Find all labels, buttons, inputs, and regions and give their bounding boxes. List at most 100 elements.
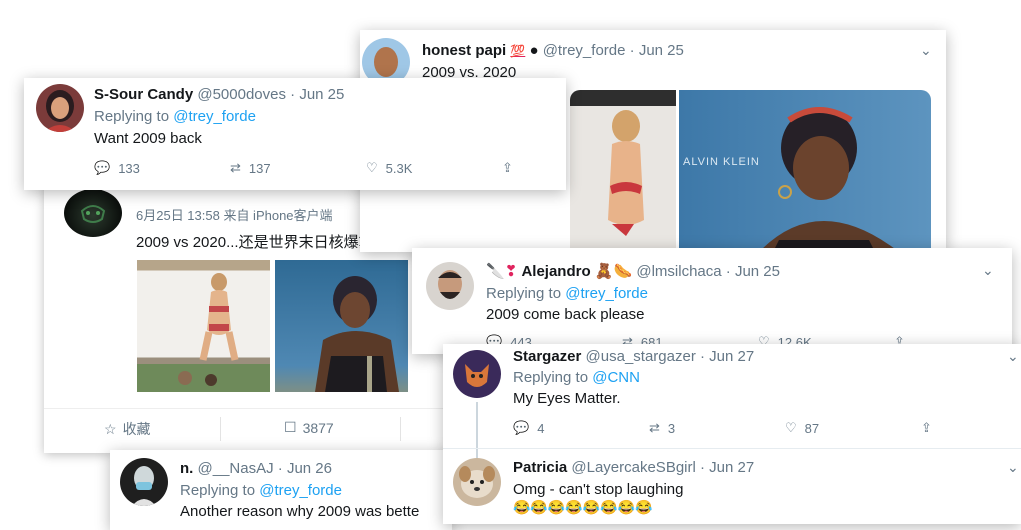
avatar[interactable] xyxy=(453,350,501,398)
chevron-down-icon[interactable]: ⌄ xyxy=(982,262,994,279)
display-name[interactable]: n. xyxy=(180,460,193,477)
tweet-header: Stargazer @usa_stargazer · Jun 27 xyxy=(513,348,755,365)
avatar[interactable] xyxy=(64,189,122,237)
tweet-text: Want 2009 back xyxy=(94,130,202,147)
share-icon: ⇪ xyxy=(502,160,513,175)
tweet-date[interactable]: Jun 27 xyxy=(709,459,754,476)
billboard-model-figure xyxy=(608,110,644,236)
share-icon: ⇪ xyxy=(921,420,932,435)
avatar-portrait xyxy=(132,466,156,506)
hundred-emoji: 💯 xyxy=(510,44,526,58)
like-icon: ♡ xyxy=(785,420,797,435)
reply-button[interactable]: 💬 133 xyxy=(94,160,230,176)
chevron-down-icon[interactable]: ⌄ xyxy=(1007,348,1019,365)
tweet-photo-2009[interactable] xyxy=(570,90,676,252)
tweet-text: 2009 come back please xyxy=(486,306,645,323)
tweet-header: honest papi 💯 ● @trey_forde · Jun 25 xyxy=(422,42,684,59)
replying-to: Replying to @trey_forde xyxy=(180,482,342,499)
weibo-timestamp: 6月25日 13:58 来自 iPhone客户端 xyxy=(136,208,333,223)
tweet-header: Patricia @LayercakeSBgirl · Jun 27 xyxy=(513,459,755,476)
tweet-date[interactable]: Jun 27 xyxy=(709,348,754,365)
reply-target-link[interactable]: @CNN xyxy=(592,369,640,386)
collect-button[interactable]: ☆ 收藏 xyxy=(104,419,151,439)
retweet-button[interactable]: ⇄ 3 xyxy=(649,420,785,436)
chevron-down-icon[interactable]: ⌄ xyxy=(920,42,932,59)
retweet-button[interactable]: ⇄ 137 xyxy=(230,160,366,176)
like-button[interactable]: ♡ 5.3K xyxy=(366,160,502,176)
handle[interactable]: @__NasAJ xyxy=(198,460,274,477)
thread-line xyxy=(476,402,478,462)
tweet-header: 🔪❣ Alejandro 🧸🌭 @lmsilchaca · Jun 25 xyxy=(486,263,780,280)
divider xyxy=(400,417,401,441)
sausage-emoji: 🌭 xyxy=(613,263,633,280)
avatar[interactable] xyxy=(36,84,84,132)
reply-target-link[interactable]: @trey_forde xyxy=(173,108,256,125)
tweet-header: n. @__NasAJ · Jun 26 xyxy=(180,460,332,477)
bear-emoji: 🧸 xyxy=(594,263,614,280)
replying-to: Replying to @trey_forde xyxy=(486,285,648,302)
avatar-portrait xyxy=(438,270,462,299)
tweet-card-stargazer: Stargazer @usa_stargazer · Jun 27 ⌄ Repl… xyxy=(443,344,1021,524)
handle[interactable]: @5000doves xyxy=(197,86,286,103)
billboard-model-figure xyxy=(137,273,270,392)
display-name[interactable]: Stargazer xyxy=(513,348,581,365)
edit-icon: ☐ xyxy=(284,419,297,435)
tweet-date[interactable]: Jun 25 xyxy=(735,263,780,280)
tweet-date[interactable]: Jun 25 xyxy=(639,42,684,59)
heart-exclamation-emoji: ❣ xyxy=(504,263,518,280)
share-button[interactable]: ⇪ xyxy=(921,420,932,436)
avatar[interactable] xyxy=(426,262,474,310)
reply-target-link[interactable]: @trey_forde xyxy=(565,285,648,302)
tweet-actions: 💬 133 ⇄ 137 ♡ 5.3K ⇪ xyxy=(94,160,513,176)
tweet-photo-2020[interactable]: ALVIN KLEIN xyxy=(679,90,931,252)
tweet-emojis: 😂😂😂😂😂😂😂😂 xyxy=(513,499,653,515)
avatar[interactable] xyxy=(453,458,501,506)
tweet-text: Omg - can't stop laughing xyxy=(513,481,684,498)
billboard-model-figure xyxy=(759,107,899,252)
replying-to: Replying to @CNN xyxy=(513,369,640,386)
tweet-header: S-Sour Candy @5000doves · Jun 25 xyxy=(94,86,345,103)
handle[interactable]: @usa_stargazer xyxy=(586,348,696,365)
tweet-text: My Eyes Matter. xyxy=(513,390,621,407)
reply-icon: 💬 xyxy=(513,420,530,435)
tweet-card-alejandro: 🔪❣ Alejandro 🧸🌭 @lmsilchaca · Jun 25 ⌄ R… xyxy=(412,248,1012,354)
avatar[interactable] xyxy=(120,458,168,506)
like-icon: ♡ xyxy=(366,160,378,175)
avatar-dog-image xyxy=(459,466,495,498)
display-name[interactable]: S-Sour Candy xyxy=(94,86,193,103)
star-icon: ☆ xyxy=(104,420,117,437)
tweet-date[interactable]: Jun 25 xyxy=(299,86,344,103)
tweet-card-sour-candy: S-Sour Candy @5000doves · Jun 25 Replyin… xyxy=(24,78,566,190)
divider xyxy=(443,448,1021,449)
avatar-mask-image xyxy=(80,205,106,223)
retweet-icon: ⇄ xyxy=(649,420,660,435)
retweet-icon: ⇄ xyxy=(230,160,241,175)
black-circle-emoji: ● xyxy=(529,42,539,59)
replying-to: Replying to @trey_forde xyxy=(94,108,256,125)
avatar-portrait xyxy=(465,364,489,387)
tweet-card-n: n. @__NasAJ · Jun 26 Replying to @trey_f… xyxy=(110,450,452,530)
display-name[interactable]: honest papi xyxy=(422,42,506,59)
reply-button[interactable]: 💬 4 xyxy=(513,420,649,436)
weibo-photo-2009[interactable] xyxy=(137,260,270,392)
weibo-photo-2020[interactable] xyxy=(275,260,408,392)
tweet-date[interactable]: Jun 26 xyxy=(287,460,332,477)
chevron-down-icon[interactable]: ⌄ xyxy=(1007,459,1019,476)
billboard-model-figure xyxy=(315,276,399,392)
avatar-portrait xyxy=(44,90,76,132)
handle[interactable]: @LayercakeSBgirl xyxy=(571,459,695,476)
tweet-actions: 💬 4 ⇄ 3 ♡ 87 ⇪ xyxy=(513,420,932,436)
display-name[interactable]: Alejandro xyxy=(521,263,590,280)
tweet-text: Another reason why 2009 was bette xyxy=(180,503,420,520)
divider xyxy=(220,417,221,441)
handle[interactable]: @trey_forde xyxy=(543,42,626,59)
knife-emoji: 🔪 xyxy=(486,263,505,280)
share-button[interactable]: ⇪ xyxy=(502,160,513,176)
like-button[interactable]: ♡ 87 xyxy=(785,420,921,436)
share-count-button[interactable]: ☐ 3877 xyxy=(284,419,334,436)
handle[interactable]: @lmsilchaca xyxy=(636,263,721,280)
reply-target-link[interactable]: @trey_forde xyxy=(259,482,342,499)
billboard-brand-text: ALVIN KLEIN xyxy=(683,156,760,168)
reply-icon: 💬 xyxy=(94,160,111,175)
display-name[interactable]: Patricia xyxy=(513,459,567,476)
